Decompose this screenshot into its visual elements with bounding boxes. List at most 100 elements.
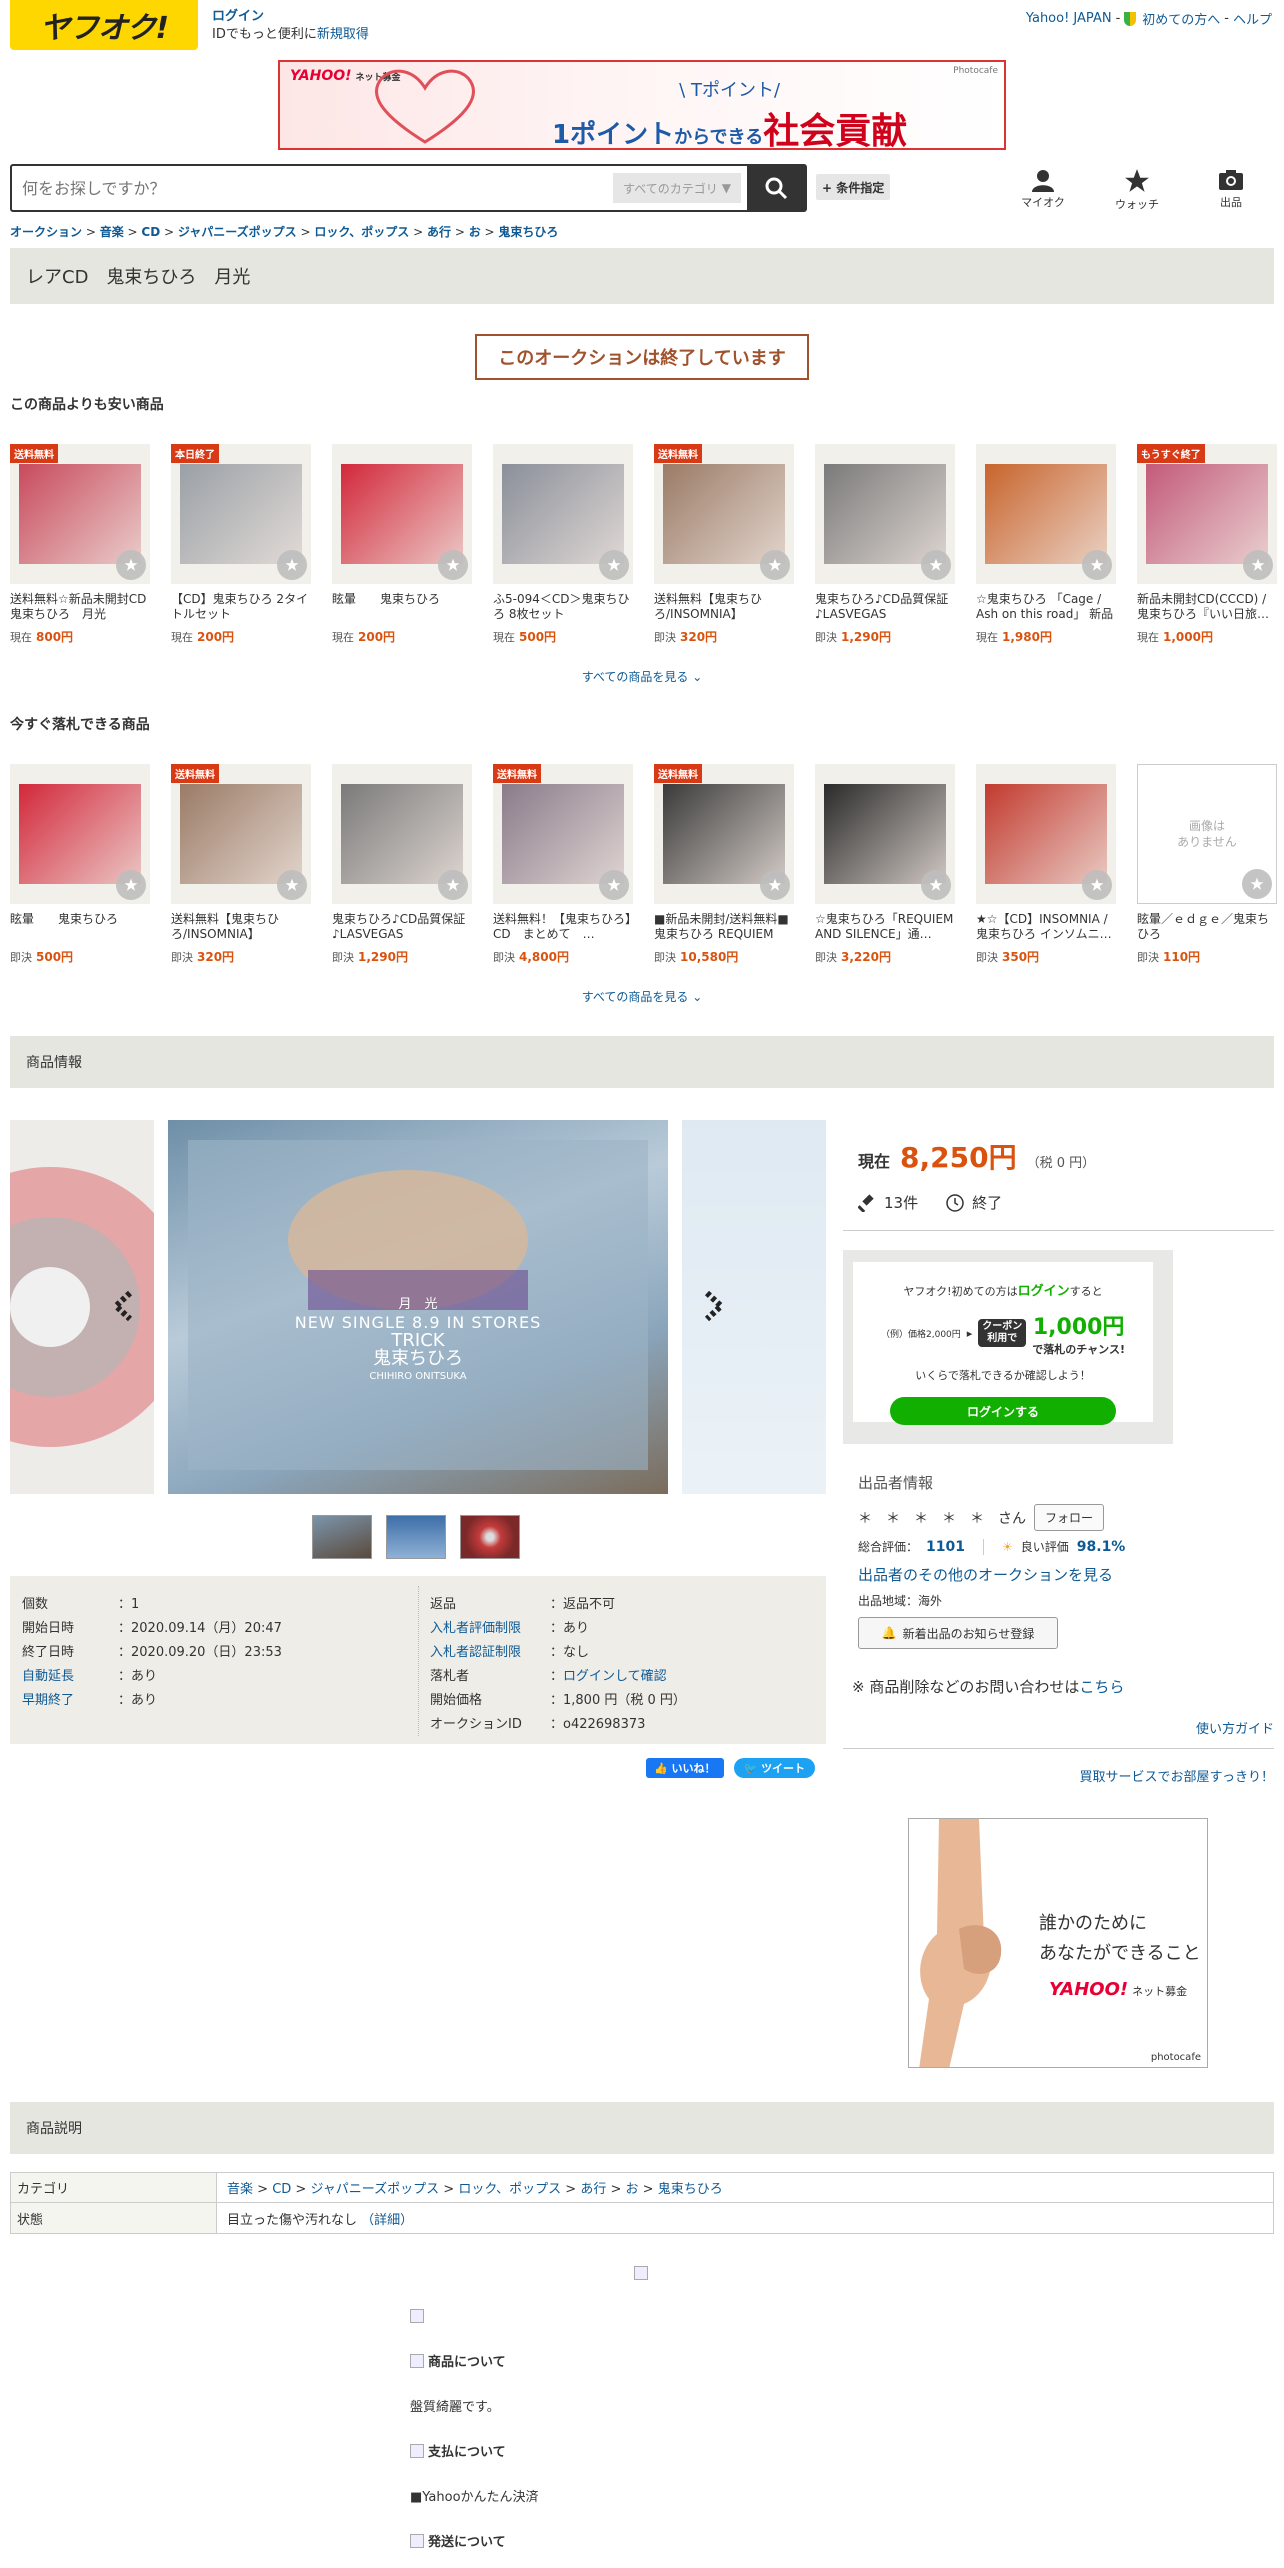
tweet-button[interactable]: 🐦 ツイート bbox=[733, 1758, 816, 1778]
yahuoku-logo[interactable]: ヤフオク! bbox=[10, 0, 198, 50]
watch-star-icon[interactable] bbox=[599, 550, 629, 580]
product-card[interactable]: 送料無料 送料無料！【鬼束ちひろ】 CD まとめて … 即決 4,800円 bbox=[493, 764, 633, 965]
product-image[interactable] bbox=[976, 764, 1116, 904]
detail-key[interactable]: 入札者評価制限 bbox=[430, 1617, 550, 1636]
gallery-main-image[interactable]: 月 光 NEW SINGLE 8.9 IN STORES TRICK 鬼束ちひろ… bbox=[168, 1120, 668, 1494]
product-image[interactable]: もうすぐ終了 bbox=[1137, 444, 1277, 584]
breadcrumb-item[interactable]: お bbox=[469, 225, 481, 239]
product-card[interactable]: 送料無料 送料無料【鬼束ちひろ/INSOMNIA】 即決 320円 bbox=[171, 764, 311, 965]
product-image[interactable] bbox=[815, 444, 955, 584]
guide-link[interactable]: 使い方ガイド bbox=[1196, 1718, 1274, 1737]
category-link[interactable]: CD bbox=[272, 2182, 291, 2197]
watch-star-icon[interactable] bbox=[116, 870, 146, 900]
product-card[interactable]: ☆鬼束ちひろ 「Cage / Ash on this road」 新品 未… 現… bbox=[976, 444, 1116, 645]
login-link[interactable]: ログイン bbox=[212, 8, 369, 26]
condition-detail-link[interactable]: （詳細） bbox=[361, 2213, 413, 2228]
product-name[interactable]: 眩暈 鬼束ちひろ bbox=[332, 592, 472, 622]
watch-star-icon[interactable] bbox=[1242, 869, 1272, 899]
detail-key[interactable]: 早期終了 bbox=[22, 1689, 118, 1708]
product-card[interactable]: ふ5-094＜CD＞鬼束ちひろ 8枚セット 現在 500円 bbox=[493, 444, 633, 645]
thumbnail[interactable] bbox=[460, 1515, 520, 1559]
product-image[interactable] bbox=[976, 444, 1116, 584]
signup-link[interactable]: 新規取得 bbox=[317, 27, 369, 42]
facebook-like-button[interactable]: 👍 いいね！ bbox=[646, 1758, 724, 1778]
search-button[interactable] bbox=[747, 166, 805, 210]
breadcrumb-item[interactable]: 音楽 bbox=[100, 225, 124, 239]
contact-link[interactable]: こちら bbox=[1079, 1678, 1124, 1696]
product-card[interactable]: もうすぐ終了 新品未開封CD(CCCD) / 鬼束ちひろ『いい日旅… 現在 1,0… bbox=[1137, 444, 1277, 645]
product-name[interactable]: ★☆【CD】INSOMNIA / 鬼束ちひろ インソムニ… bbox=[976, 912, 1116, 942]
help-link[interactable]: ヘルプ bbox=[1233, 9, 1272, 28]
watch-star-icon[interactable] bbox=[438, 870, 468, 900]
product-card[interactable]: 送料無料 送料無料【鬼束ちひろ/INSOMNIA】 即決 320円 bbox=[654, 444, 794, 645]
category-link[interactable]: 鬼束ちひろ bbox=[658, 2182, 723, 2197]
rating-value[interactable]: 1101 bbox=[926, 1539, 965, 1555]
product-image[interactable] bbox=[332, 764, 472, 904]
product-name[interactable]: 送料無料！【鬼束ちひろ】 CD まとめて … bbox=[493, 912, 633, 942]
product-image[interactable] bbox=[815, 764, 955, 904]
follow-button[interactable]: フォロー bbox=[1034, 1504, 1105, 1531]
product-name[interactable]: 眩暈 鬼束ちひろ bbox=[10, 912, 150, 942]
beginner-link[interactable]: 初めての方へ bbox=[1142, 9, 1220, 28]
product-name[interactable]: 送料無料☆新品未開封CD 鬼束ちひろ 月光 bbox=[10, 592, 150, 622]
category-link[interactable]: あ行 bbox=[580, 2182, 606, 2197]
product-image[interactable]: 送料無料 bbox=[654, 764, 794, 904]
detail-key[interactable]: 自動延長 bbox=[22, 1665, 118, 1684]
product-image[interactable]: 送料無料 bbox=[10, 444, 150, 584]
product-card[interactable]: 眩暈 鬼束ちひろ 即決 500円 bbox=[10, 764, 150, 965]
product-card[interactable]: 鬼束ちひろ♪CD品質保証♪LASVEGAS 即決 1,290円 bbox=[332, 764, 472, 965]
watch-star-icon[interactable] bbox=[921, 870, 951, 900]
product-name[interactable]: 鬼束ちひろ♪CD品質保証♪LASVEGAS bbox=[815, 592, 955, 622]
product-name[interactable]: ふ5-094＜CD＞鬼束ちひろ 8枚セット bbox=[493, 592, 633, 622]
donation-ad[interactable]: 誰かのために あなたができること YAHOO! ネット募金 photocafe bbox=[908, 1818, 1208, 2068]
watch-star-icon[interactable] bbox=[760, 550, 790, 580]
donation-banner[interactable]: YAHOO! ネット募金 \ Tポイント/ 1ポイントからできる社会貢献 Phot… bbox=[278, 60, 1006, 152]
yahoo-japan-link[interactable]: Yahoo! JAPAN bbox=[1026, 11, 1112, 26]
thumbnail[interactable] bbox=[386, 1515, 446, 1559]
thumbnail[interactable] bbox=[312, 1515, 372, 1559]
product-card[interactable]: 鬼束ちひろ♪CD品質保証♪LASVEGAS 即決 1,290円 bbox=[815, 444, 955, 645]
myauction-button[interactable]: マイオク bbox=[1008, 168, 1078, 210]
breadcrumb-item[interactable]: オークション bbox=[10, 225, 82, 239]
product-image[interactable] bbox=[10, 764, 150, 904]
login-confirm-link[interactable]: ログインして確認 bbox=[563, 1669, 667, 1684]
watch-star-icon[interactable] bbox=[116, 550, 146, 580]
watch-star-icon[interactable] bbox=[1082, 870, 1112, 900]
cheaper-see-all-link[interactable]: すべての商品を見る ⌄ bbox=[0, 668, 1284, 685]
product-name[interactable]: 眩暈／ｅｄｇｅ／鬼束ちひろ bbox=[1137, 912, 1277, 942]
coupon-login-link[interactable]: ログイン bbox=[1018, 1284, 1070, 1299]
product-name[interactable]: ☆鬼束ちひろ 「Cage / Ash on this road」 新品 未… bbox=[976, 592, 1116, 622]
product-image[interactable] bbox=[332, 444, 472, 584]
category-link[interactable]: お bbox=[626, 2182, 639, 2197]
product-name[interactable]: 送料無料【鬼束ちひろ/INSOMNIA】 bbox=[171, 912, 311, 942]
product-image[interactable]: 送料無料 bbox=[171, 764, 311, 904]
product-card[interactable]: 本日終了 【CD】鬼束ちひろ 2タイトルセット 現在 200円 bbox=[171, 444, 311, 645]
watch-button[interactable]: ウォッチ bbox=[1102, 168, 1172, 212]
product-name[interactable]: 送料無料【鬼束ちひろ/INSOMNIA】 bbox=[654, 592, 794, 622]
category-link[interactable]: ロック、ポップス bbox=[458, 2182, 561, 2197]
breadcrumb-item[interactable]: CD bbox=[141, 225, 160, 239]
product-image[interactable]: 送料無料 bbox=[493, 764, 633, 904]
new-listing-notify-button[interactable]: 🔔 新着出品のお知らせ登録 bbox=[858, 1617, 1058, 1649]
gallery-next-arrow-icon[interactable] bbox=[697, 1291, 727, 1321]
product-image[interactable] bbox=[493, 444, 633, 584]
product-card[interactable]: ★☆【CD】INSOMNIA / 鬼束ちひろ インソムニ… 即決 350円 bbox=[976, 764, 1116, 965]
product-name[interactable]: ■新品未開封/送料無料■鬼束ちひろ REQUIEM AN… bbox=[654, 912, 794, 942]
product-card[interactable]: ☆鬼束ちひろ「REQUIEM AND SILENCE」通… 即決 3,220円 bbox=[815, 764, 955, 965]
buyback-link[interactable]: 買取サービスでお部屋すっきり！ bbox=[1080, 1766, 1274, 1785]
condition-button[interactable]: + 条件指定 bbox=[816, 174, 891, 200]
seller-name[interactable]: ＊ ＊ ＊ ＊ ＊ さん bbox=[858, 1508, 1026, 1528]
watch-star-icon[interactable] bbox=[921, 550, 951, 580]
search-input[interactable] bbox=[12, 166, 607, 210]
product-card[interactable]: 送料無料 ■新品未開封/送料無料■鬼束ちひろ REQUIEM AN… 即決10,… bbox=[654, 764, 794, 965]
watch-star-icon[interactable] bbox=[277, 550, 307, 580]
watch-star-icon[interactable] bbox=[760, 870, 790, 900]
product-name[interactable]: ☆鬼束ちひろ「REQUIEM AND SILENCE」通… bbox=[815, 912, 955, 942]
product-image[interactable]: 本日終了 bbox=[171, 444, 311, 584]
sell-button[interactable]: 出品 bbox=[1196, 168, 1266, 210]
seller-other-auctions-link[interactable]: 出品者のその他のオークションを見る bbox=[858, 1564, 1113, 1585]
coupon-login-button[interactable]: ログインする bbox=[890, 1397, 1116, 1425]
product-card[interactable]: 眩暈 鬼束ちひろ 現在 200円 bbox=[332, 444, 472, 645]
category-link[interactable]: 音楽 bbox=[227, 2182, 253, 2197]
category-link[interactable]: ジャパニーズポップス bbox=[310, 2182, 439, 2197]
